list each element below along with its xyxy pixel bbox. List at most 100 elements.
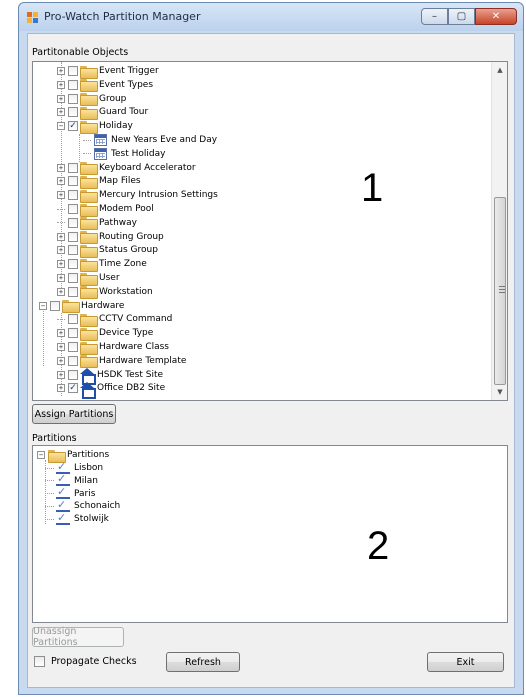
expand-icon[interactable]: + (57, 274, 65, 282)
item-checkbox[interactable] (68, 79, 78, 90)
item-checkbox[interactable] (50, 300, 60, 311)
expand-icon[interactable]: + (57, 163, 65, 172)
item-checkbox[interactable]: ✓ (68, 383, 78, 394)
item-checkbox[interactable] (68, 355, 78, 366)
expand-icon[interactable]: + (57, 343, 65, 351)
item-checkbox[interactable] (68, 328, 78, 339)
object-tree-item-label: Status Group (99, 245, 158, 256)
expand-icon[interactable]: + (57, 287, 65, 296)
expand-icon[interactable]: + (57, 384, 65, 393)
partition-item-label: Paris (74, 488, 96, 499)
folder-icon (80, 217, 98, 231)
expand-icon[interactable]: + (57, 108, 65, 117)
object-tree-item[interactable]: + Keyboard Accelerator (57, 162, 196, 176)
object-tree-item[interactable]: + Workstation (57, 286, 153, 300)
partitions-root-label: Partitions (67, 450, 110, 460)
maximize-button[interactable]: ▢ (448, 8, 475, 25)
item-checkbox[interactable] (68, 314, 78, 325)
object-tree-item-label: Time Zone (99, 259, 147, 270)
item-checkbox[interactable]: ✓ (68, 121, 78, 132)
scroll-down-arrow-icon[interactable]: ▼ (492, 384, 507, 400)
object-tree-item[interactable]: New Years Eve and Day (83, 134, 217, 146)
object-tree-item[interactable]: Modem Pool (57, 203, 154, 217)
partition-item[interactable]: Paris (45, 485, 96, 500)
item-checkbox[interactable] (68, 217, 78, 228)
object-tree-item[interactable]: + Routing Group (57, 231, 164, 245)
tree-connector (57, 208, 65, 210)
assign-partitions-button[interactable]: Assign Partitions (32, 404, 116, 424)
expand-icon[interactable]: + (57, 356, 65, 365)
expand-icon[interactable]: + (57, 80, 65, 89)
object-tree-item[interactable]: − Hardware (39, 300, 124, 314)
expand-icon[interactable]: + (57, 329, 65, 338)
item-checkbox[interactable] (68, 93, 78, 104)
object-tree-item[interactable]: Test Holiday (83, 147, 165, 160)
object-tree-item-label: Group (99, 93, 127, 104)
expand-icon[interactable]: + (57, 94, 65, 103)
refresh-button[interactable]: Refresh (166, 652, 240, 672)
unassign-partitions-button[interactable]: Unassign Partitions (32, 626, 124, 648)
object-tree-item[interactable]: + Map Files (57, 175, 141, 189)
collapse-icon[interactable]: − (37, 451, 45, 459)
folder-icon (80, 231, 98, 245)
item-checkbox[interactable] (68, 176, 78, 187)
object-tree-item[interactable]: + Group (57, 93, 127, 107)
expand-icon[interactable]: + (57, 232, 65, 241)
object-tree-item[interactable]: − ✓ Holiday (57, 120, 133, 134)
item-checkbox[interactable] (68, 204, 78, 214)
expand-icon[interactable]: + (57, 370, 65, 379)
object-tree-item[interactable]: + Hardware Class (57, 341, 169, 355)
item-checkbox[interactable] (68, 231, 78, 242)
expand-icon[interactable]: + (57, 246, 65, 255)
propagate-checks-label: Propagate Checks (51, 656, 137, 667)
item-checkbox[interactable] (68, 190, 78, 201)
exit-button[interactable]: Exit (427, 652, 504, 672)
collapse-icon[interactable]: − (39, 301, 47, 310)
item-checkbox[interactable] (68, 273, 78, 283)
object-tree-item[interactable]: CCTV Command (57, 313, 172, 327)
item-checkbox[interactable] (68, 162, 78, 173)
partition-item-label: Schonaich (74, 501, 121, 512)
expand-icon[interactable]: + (57, 191, 65, 200)
object-tree-item[interactable]: + Guard Tour (57, 106, 148, 120)
partition-item[interactable]: Lisbon (45, 460, 103, 474)
object-tree-item[interactable]: + User (57, 272, 120, 286)
item-checkbox[interactable] (68, 245, 78, 256)
partitions-tree[interactable]: − Partitions Lisbon Milan Paris Schonaich St… (32, 445, 508, 623)
minimize-button[interactable]: – (421, 8, 448, 25)
object-tree-item[interactable]: + Hardware Template (57, 355, 186, 369)
object-tree-item-label: Map Files (99, 176, 141, 187)
object-tree-item[interactable]: + Event Trigger (57, 65, 159, 79)
partitions-root[interactable]: − Partitions (37, 449, 110, 463)
object-tree-item[interactable]: + HSDK Test Site (57, 368, 163, 386)
object-tree-item-label: Pathway (99, 217, 137, 228)
partition-manager-window: Pro-Watch Partition Manager – ▢ ✕ Partit… (18, 2, 524, 695)
tree-connector (83, 139, 91, 141)
scroll-up-arrow-icon[interactable]: ▲ (492, 62, 507, 78)
item-checkbox[interactable] (68, 369, 78, 380)
folder-icon (80, 120, 98, 134)
object-tree-item[interactable]: + Time Zone (57, 258, 147, 272)
object-tree-item[interactable]: + Status Group (57, 244, 158, 258)
object-tree-item[interactable]: + Mercury Intrusion Settings (57, 189, 218, 203)
expand-icon[interactable]: + (57, 260, 65, 269)
collapse-icon[interactable]: − (57, 122, 65, 131)
item-checkbox[interactable] (68, 286, 78, 297)
expand-icon[interactable]: + (57, 67, 65, 75)
item-checkbox[interactable] (68, 66, 78, 76)
objects-scrollbar[interactable]: ▲ ▼ (491, 62, 507, 400)
partition-item[interactable]: Stolwijk (45, 511, 109, 525)
partition-item[interactable]: Milan (45, 472, 98, 487)
object-tree-item[interactable]: + Event Types (57, 79, 153, 93)
object-tree-item[interactable]: + Device Type (57, 327, 153, 341)
object-tree-item[interactable]: Pathway (57, 217, 137, 231)
close-button[interactable]: ✕ (475, 8, 517, 25)
objects-tree[interactable]: + Event Trigger + Event Types + Group + Guard T… (32, 61, 508, 401)
objects-scroll-thumb[interactable] (494, 197, 506, 385)
expand-icon[interactable]: + (57, 177, 65, 186)
object-tree-item[interactable]: + ✓ Office DB2 Site (57, 381, 165, 399)
item-checkbox[interactable] (68, 259, 78, 270)
propagate-checks-checkbox[interactable] (34, 656, 45, 667)
item-checkbox[interactable] (68, 107, 78, 118)
item-checkbox[interactable] (68, 342, 78, 352)
